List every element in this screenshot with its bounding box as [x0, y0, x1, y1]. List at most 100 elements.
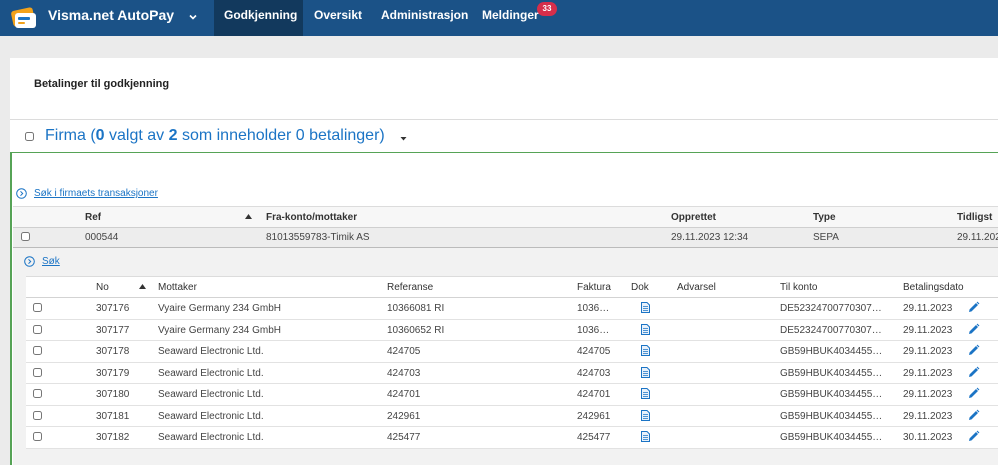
document-icon[interactable]	[641, 409, 650, 421]
search-transactions-link[interactable]: Søk i firmaets transaksjoner	[16, 188, 158, 199]
row-reference: 424701	[387, 389, 421, 400]
pencil-icon[interactable]	[967, 301, 980, 314]
col-ref[interactable]: Ref	[85, 212, 101, 223]
document-icon[interactable]	[641, 431, 650, 442]
row-reference: 424705	[387, 346, 421, 357]
row-no: 307180	[96, 389, 130, 400]
col-recipient[interactable]: Mottaker	[158, 282, 197, 293]
col-from-account[interactable]: Fra-konto/mottaker	[266, 212, 357, 223]
document-icon[interactable]	[641, 366, 650, 378]
firma-suffix: som inneholder 0 betalinger)	[177, 127, 385, 144]
row-checkbox[interactable]	[33, 324, 42, 337]
col-document[interactable]: Dok	[631, 282, 657, 293]
circle-chevron-icon	[24, 256, 35, 267]
row-invoice: 424705	[577, 346, 611, 357]
row-checkbox[interactable]	[33, 303, 42, 315]
table-row[interactable]: 307182 Seaward Electronic Ltd. 425477 42547…	[26, 427, 998, 449]
autopay-logo-icon[interactable]	[9, 6, 39, 30]
table-row[interactable]: 307179 Seaward Electronic Ltd. 424703 42470…	[26, 362, 998, 384]
col-type[interactable]: Type	[813, 212, 836, 223]
firma-total-count: 2	[168, 127, 178, 144]
col-payment-date[interactable]: Betalingsdato	[903, 282, 964, 293]
tab-godkjenning[interactable]: Godkjenning	[214, 0, 303, 36]
sort-up-icon[interactable]	[245, 214, 252, 219]
col-reference[interactable]: Referanse	[387, 282, 433, 293]
pencil-icon[interactable]	[967, 366, 980, 379]
batch-row[interactable]: 000544 81013559783-Timik AS 29.11.2023 1…	[13, 228, 998, 248]
row-checkbox[interactable]	[33, 432, 42, 444]
row-to-account: DE52324700770307900	[780, 324, 886, 336]
firma-summary[interactable]: Firma (0 valgt av 2 som inneholder 0 bet…	[45, 127, 385, 145]
page-title: Betalinger til godkjenning	[34, 78, 170, 90]
row-payment-date: 29.11.2023	[903, 324, 953, 336]
col-warning[interactable]: Advarsel	[677, 282, 716, 293]
row-payment-date: 29.11.2023	[903, 346, 953, 357]
table-row[interactable]: 307177 Vyaire Germany 234 GmbH 10360652 RI…	[26, 319, 998, 341]
pencil-icon[interactable]	[967, 409, 980, 422]
row-reference: 10366081 RI	[387, 303, 445, 314]
row-recipient: Seaward Electronic Ltd.	[158, 410, 264, 422]
payments-table-header: No Mottaker Referanse Faktura Dok Advars…	[26, 276, 998, 298]
document-icon[interactable]	[641, 323, 650, 335]
row-checkbox[interactable]	[33, 346, 42, 358]
col-created[interactable]: Opprettet	[671, 212, 716, 223]
row-payment-date: 29.11.2023	[903, 389, 953, 400]
tab-administrasjon[interactable]: Administrasjon	[371, 0, 478, 36]
batch-ref: 000544	[85, 232, 119, 243]
row-checkbox[interactable]	[33, 367, 42, 380]
pencil-icon[interactable]	[967, 387, 980, 400]
search-link[interactable]: Søk	[24, 256, 60, 267]
row-recipient: Vyaire Germany 234 GmbH	[158, 303, 282, 314]
main-panel: Betalinger til godkjenning Firma (0 valg…	[10, 58, 998, 465]
divider	[10, 119, 998, 120]
col-no[interactable]: No	[96, 282, 109, 293]
table-row[interactable]: 307176 Vyaire Germany 234 GmbH 10366081 RI…	[26, 298, 998, 320]
circle-chevron-icon	[16, 188, 27, 199]
batch-type: SEPA	[813, 232, 839, 243]
row-payment-date: 30.11.2023	[903, 432, 953, 443]
pencil-icon[interactable]	[967, 344, 980, 357]
search-transactions-label: Søk i firmaets transaksjoner	[34, 188, 158, 199]
row-to-account: GB59HBUK4034455100	[780, 389, 886, 400]
app-title[interactable]: Visma.net AutoPay	[48, 7, 174, 23]
row-recipient: Seaward Electronic Ltd.	[158, 389, 264, 400]
firma-mid: valgt av	[104, 127, 169, 144]
row-invoice: 242961	[577, 410, 611, 422]
row-payment-date: 29.11.2023	[903, 410, 953, 422]
row-checkbox[interactable]	[33, 389, 42, 401]
sort-up-icon[interactable]	[139, 284, 146, 289]
row-recipient: Vyaire Germany 234 GmbH	[158, 324, 282, 336]
document-icon[interactable]	[641, 388, 650, 399]
row-no: 307176	[96, 303, 130, 314]
batch-table-header: Ref Fra-konto/mottaker Opprettet Type Ti…	[13, 206, 998, 228]
row-payment-date: 29.11.2023	[903, 367, 953, 379]
chevron-down-icon[interactable]	[187, 11, 199, 23]
row-no: 307182	[96, 432, 130, 443]
batch-row-checkbox[interactable]	[21, 232, 30, 244]
caret-down-icon[interactable]	[399, 134, 408, 143]
row-to-account: GB59HBUK4034455100	[780, 346, 886, 357]
row-reference: 10360652 RI	[387, 324, 445, 336]
row-to-account: GB59HBUK4034455100	[780, 367, 886, 379]
col-to-account[interactable]: Til konto	[780, 282, 817, 293]
col-earliest[interactable]: Tidligst	[957, 212, 998, 223]
row-checkbox[interactable]	[33, 410, 42, 423]
section-left-border	[10, 152, 12, 465]
tab-oversikt[interactable]: Oversikt	[304, 0, 372, 36]
top-navigation-bar: Visma.net AutoPay Godkjenning Oversikt A…	[0, 0, 998, 36]
row-recipient: Seaward Electronic Ltd.	[158, 346, 264, 357]
col-invoice[interactable]: Faktura	[577, 282, 613, 293]
pencil-icon[interactable]	[967, 430, 980, 443]
batch-earliest: 29.11.2023	[957, 232, 998, 243]
pencil-icon[interactable]	[967, 323, 980, 336]
row-to-account: GB59HBUK4034455100	[780, 432, 886, 443]
document-icon[interactable]	[641, 302, 650, 313]
row-invoice: 10360652	[577, 324, 613, 336]
row-reference: 424703	[387, 367, 421, 379]
table-row[interactable]: 307178 Seaward Electronic Ltd. 424705 42470…	[26, 341, 998, 363]
document-icon[interactable]	[641, 345, 650, 356]
table-row[interactable]: 307181 Seaward Electronic Ltd. 242961 24296…	[26, 405, 998, 427]
search-label: Søk	[42, 256, 60, 267]
firma-select-all-checkbox[interactable]	[25, 132, 34, 144]
table-row[interactable]: 307180 Seaward Electronic Ltd. 424701 42470…	[26, 384, 998, 406]
